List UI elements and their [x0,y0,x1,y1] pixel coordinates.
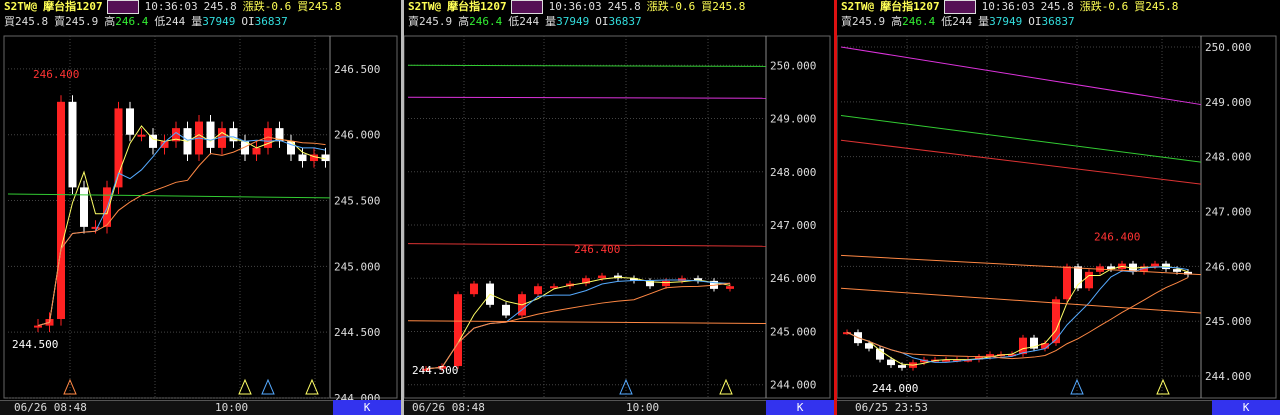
candle-body [1063,266,1071,300]
k-period-button[interactable]: K [1212,400,1280,415]
low-price-marker: 244.500 [12,338,58,351]
candle-body [321,154,330,162]
signal-triangle-icon [305,378,319,395]
long-moving-average [840,139,1202,185]
signal-triangle-icon [261,378,275,395]
price-tick-label: 245.000 [1205,315,1251,328]
candle-body [252,147,261,155]
price-tick-label: 249.000 [1205,96,1251,109]
moving-average-slow [37,136,326,327]
moving-average-fast [846,265,1189,366]
candle-body [1085,271,1093,289]
k-period-button[interactable]: K [333,400,401,415]
price-tick-label: 244.000 [770,379,816,392]
long-moving-average [7,193,331,199]
moving-average-slow [425,282,731,370]
price-tick-label: 246.000 [334,129,380,142]
moving-average-mid [37,131,326,327]
candle-body [34,325,42,328]
candle-body [68,101,77,188]
long-moving-average [840,287,1202,314]
candle-body [662,280,670,287]
chart-panel-1[interactable]: S2TW@ 摩台指1207 10:36:03 245.8 漲跌-0.6 買245.8 買2… [0,0,401,415]
time-tick: 10:00 [626,401,660,414]
candlestick-chart[interactable]: 246.500246.000245.500245.000244.500244.0… [0,0,401,415]
price-tick-label: 244.500 [334,326,380,339]
moving-average-slow [846,277,1189,360]
k-period-button[interactable]: K [766,400,834,415]
time-tick: 10:00 [215,401,249,414]
signal-triangle-icon [719,378,733,395]
candle-body [726,286,734,289]
chart-panel-3[interactable]: S2TW@ 摩台指1207 10:36:03 245.8 漲跌-0.6 買245.8 賣2… [837,0,1280,415]
low-price-marker: 244.500 [412,364,458,377]
low-price-marker: 244.000 [872,382,918,395]
candle-body [126,108,134,135]
price-tick-label: 246.500 [334,63,380,76]
price-tick-label: 250.000 [1205,41,1251,54]
candle-body [149,134,157,148]
high-price-marker: 246.400 [1094,230,1140,243]
price-tick-label: 245.000 [334,260,380,273]
candlestick-chart[interactable]: 250.000 249.000 248.000 247.000 246.000 245.0… [404,0,834,415]
price-tick-label: 244.000 [1205,370,1251,383]
candle-body [1019,337,1027,355]
price-tick-label: 248.000 [1205,151,1251,164]
long-moving-average [840,115,1202,163]
price-tick-label: 247.000 [1205,206,1251,219]
start-date: 06/25 23:53 [855,401,928,414]
long-moving-average [407,64,767,67]
candle-body [298,154,307,162]
candle-body [502,304,510,316]
candle-body [206,121,215,148]
price-tick-label: 246.000 [770,272,816,285]
signal-triangle-icon [238,378,252,395]
price-tick-label: 249.000 [770,113,816,126]
long-moving-average [407,96,767,99]
candle-body [887,359,895,366]
price-tick-label: 246.000 [1205,260,1251,273]
long-moving-average [840,254,1202,276]
signal-triangle-icon [1156,378,1170,395]
start-date: 06/26 08:48 [412,401,485,414]
candle-body [91,226,100,229]
candle-body [80,187,88,227]
candle-body [598,275,606,279]
candle-body [470,283,478,295]
candle-body [454,294,462,367]
high-price-marker: 246.400 [33,68,79,81]
chart-panel-2[interactable]: S2TW@ 摩台指1207 10:36:03 245.8 漲跌-0.6 買245.8 賣2… [404,0,834,415]
candle-body [137,134,146,137]
candle-body [898,365,906,368]
candlestick-chart[interactable]: 250.000 249.000 248.000 247.000 246.000 245.0… [837,0,1280,415]
moving-average-mid [846,266,1189,363]
long-moving-average [840,46,1202,106]
price-tick-label: 245.000 [770,325,816,338]
price-tick-label: 248.000 [770,166,816,179]
candle-body [1151,263,1159,267]
candle-body [57,101,65,320]
high-price-marker: 246.400 [574,243,620,256]
price-tick-label: 245.500 [334,195,380,208]
price-tick-label: 247.000 [770,219,816,232]
candle-body [534,286,542,295]
start-date: 06/26 08:48 [14,401,87,414]
price-tick-label: 250.000 [770,59,816,72]
